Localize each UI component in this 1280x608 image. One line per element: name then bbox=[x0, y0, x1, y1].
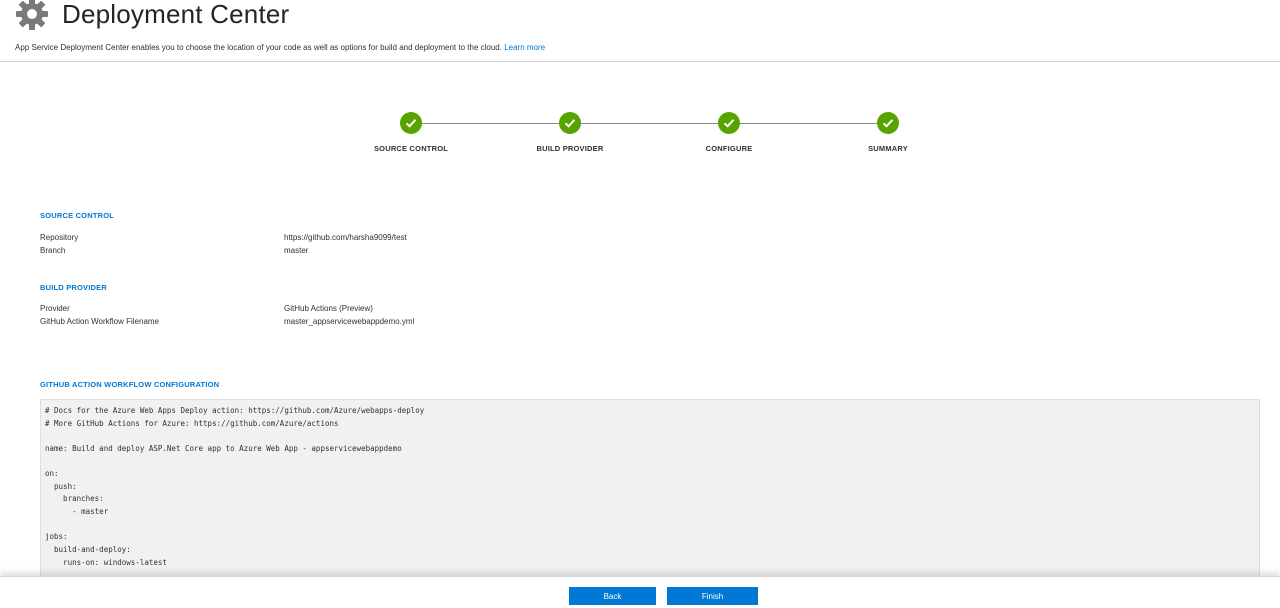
repository-value: https://github.com/harsha9099/test bbox=[284, 233, 407, 242]
workflow-filename-value: master_appservicewebappdemo.yml bbox=[284, 317, 415, 326]
step-build-provider: BUILD PROVIDER bbox=[520, 112, 620, 153]
branch-value: master bbox=[284, 246, 309, 255]
wizard-stepper: SOURCE CONTROL BUILD PROVIDER CONFIGURE … bbox=[0, 100, 1280, 170]
step-label: SOURCE CONTROL bbox=[373, 144, 449, 153]
step-configure: CONFIGURE bbox=[679, 112, 779, 153]
step-label: BUILD PROVIDER bbox=[536, 144, 604, 153]
wizard-footer: Back Finish bbox=[0, 576, 1280, 608]
step-source-control: SOURCE CONTROL bbox=[361, 112, 461, 153]
gear-icon bbox=[16, 0, 48, 30]
page-title: Deployment Center bbox=[62, 0, 290, 29]
code-line: runs-on: windows-latest bbox=[45, 558, 167, 567]
code-line: # Docs for the Azure Web Apps Deploy act… bbox=[45, 406, 425, 415]
step-label: SUMMARY bbox=[868, 144, 908, 153]
step-complete-icon bbox=[400, 112, 422, 134]
step-complete-icon bbox=[718, 112, 740, 134]
page-header: Deployment Center App Service Deployment… bbox=[0, 0, 1280, 62]
page-description: App Service Deployment Center enables yo… bbox=[15, 42, 545, 54]
step-complete-icon bbox=[877, 112, 899, 134]
back-button[interactable]: Back bbox=[569, 587, 656, 605]
repository-label: Repository bbox=[40, 233, 79, 242]
branch-label: Branch bbox=[40, 246, 66, 255]
code-line: build-and-deploy: bbox=[45, 545, 131, 554]
workflow-code-block[interactable]: # Docs for the Azure Web Apps Deploy act… bbox=[40, 399, 1260, 591]
code-line: jobs: bbox=[45, 532, 68, 541]
provider-value: GitHub Actions (Preview) bbox=[284, 304, 373, 313]
code-line: push: bbox=[45, 482, 77, 491]
provider-label: Provider bbox=[40, 304, 70, 313]
description-text: App Service Deployment Center enables yo… bbox=[15, 43, 502, 52]
code-line: branches: bbox=[45, 494, 104, 503]
source-control-heading: SOURCE CONTROL bbox=[40, 211, 115, 220]
workflow-filename-label: GitHub Action Workflow Filename bbox=[40, 317, 160, 326]
step-complete-icon bbox=[559, 112, 581, 134]
learn-more-link[interactable]: Learn more bbox=[504, 43, 545, 52]
code-line: name: Build and deploy ASP.Net Core app … bbox=[45, 444, 402, 453]
finish-button[interactable]: Finish bbox=[667, 587, 758, 605]
step-summary: SUMMARY bbox=[838, 112, 938, 153]
stepper-connector bbox=[411, 123, 888, 124]
code-line: - master bbox=[45, 507, 109, 516]
code-line: # More GitHub Actions for Azure: https:/… bbox=[45, 419, 339, 428]
build-provider-heading: BUILD PROVIDER bbox=[40, 283, 107, 292]
workflow-config-heading: GITHUB ACTION WORKFLOW CONFIGURATION bbox=[40, 380, 220, 389]
code-line: on: bbox=[45, 469, 59, 478]
step-label: CONFIGURE bbox=[705, 144, 753, 153]
